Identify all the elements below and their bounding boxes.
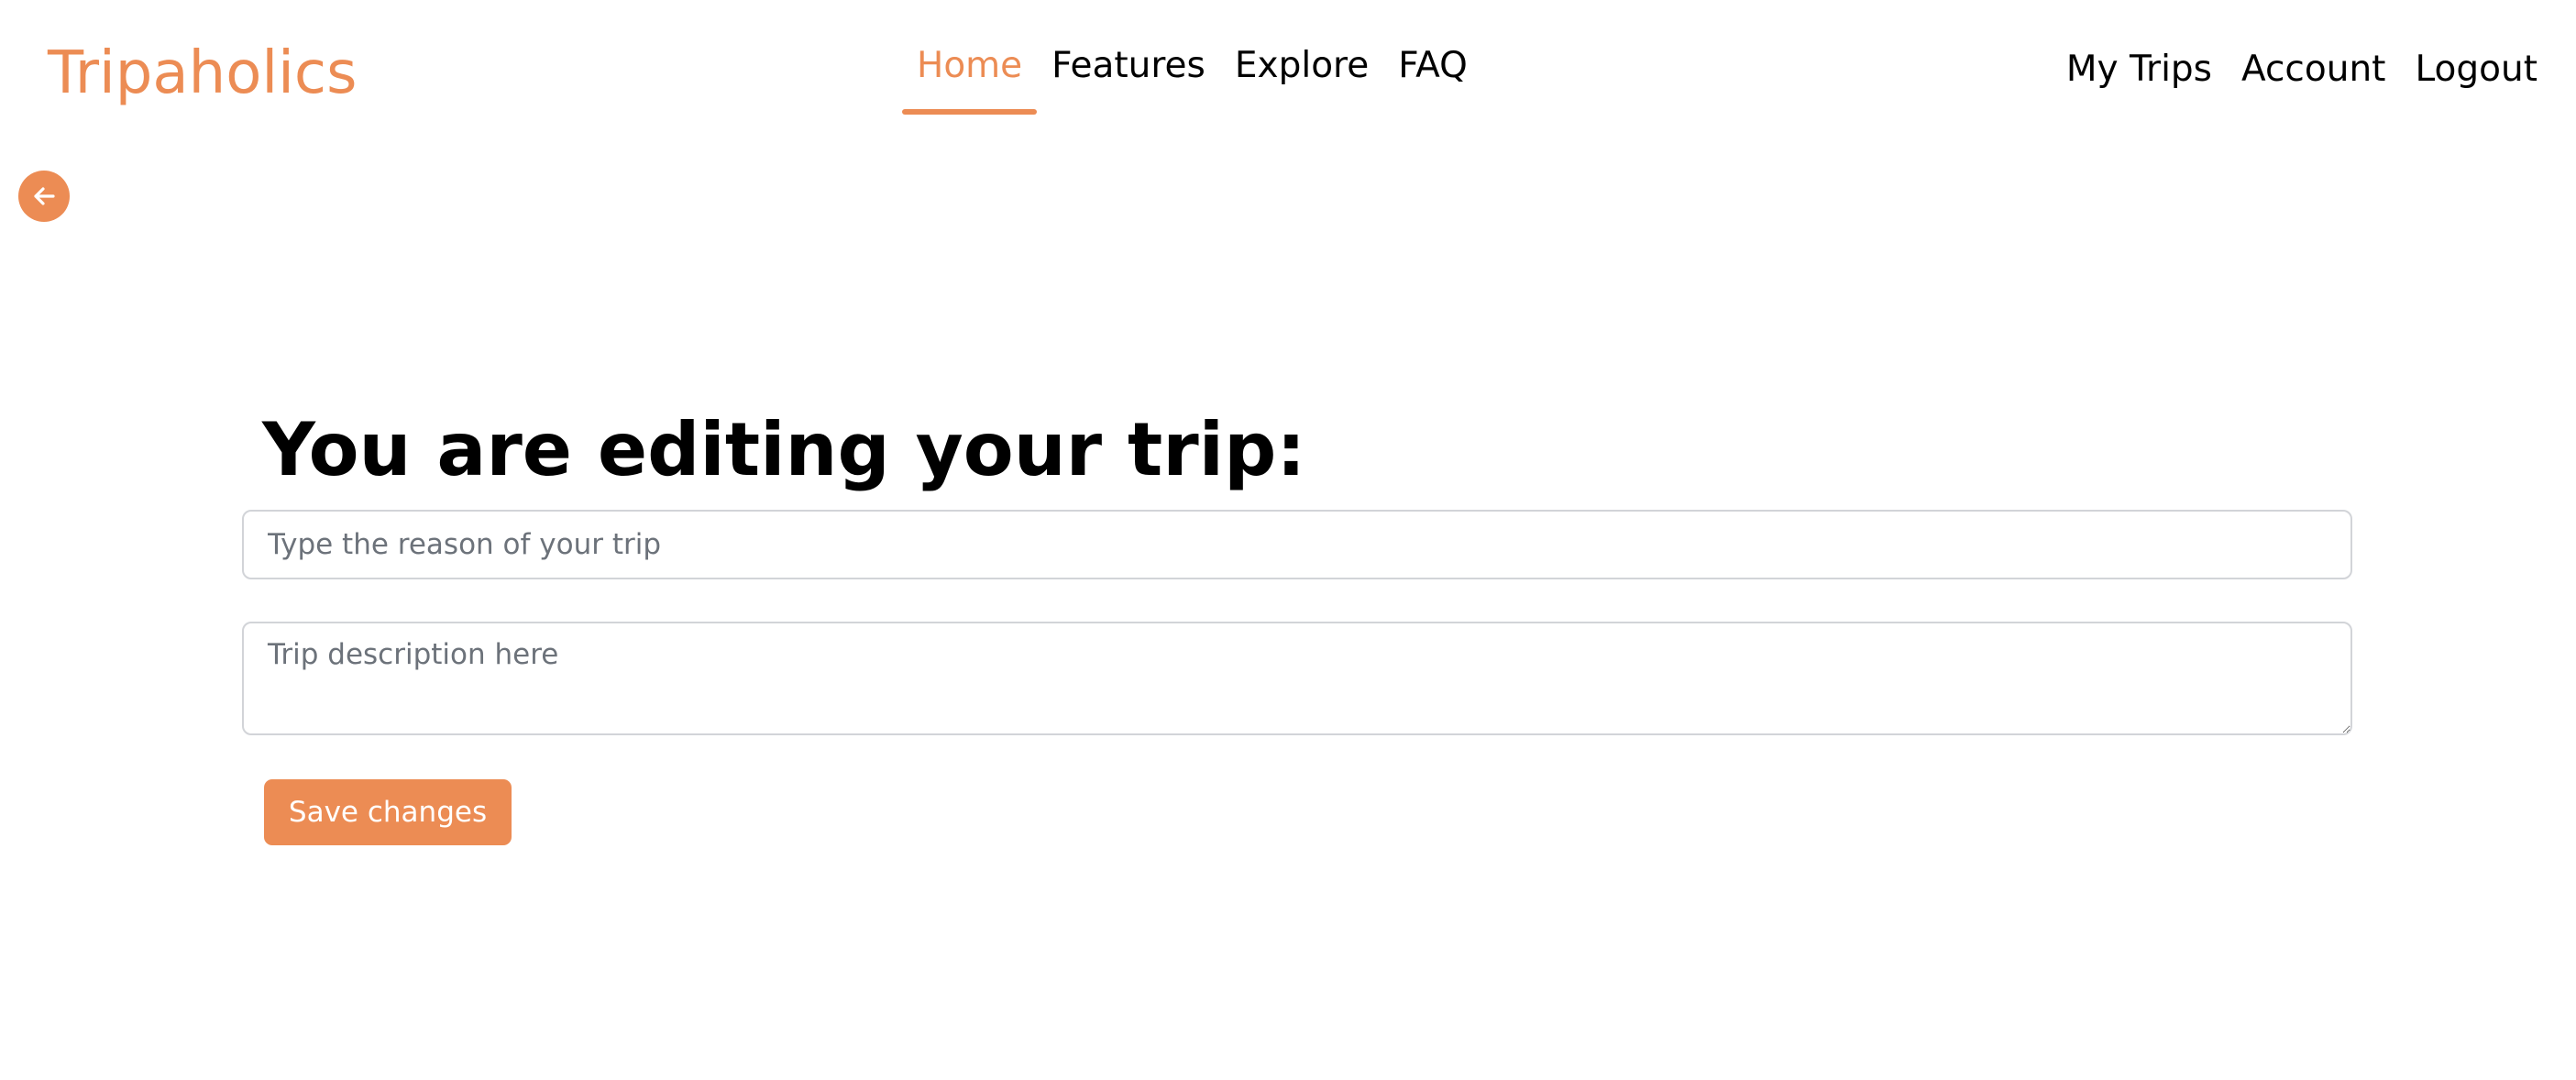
trip-reason-input[interactable] <box>242 510 2352 579</box>
page: Tripaholics Home Features Explore FAQ My… <box>0 0 2576 1080</box>
nav-link-my-trips[interactable]: My Trips <box>2052 35 2227 105</box>
trip-description-textarea[interactable] <box>242 622 2352 735</box>
arrow-left-icon <box>34 187 55 205</box>
main-nav: Home Features Explore FAQ <box>902 31 1482 115</box>
nav-link-features[interactable]: Features <box>1037 31 1220 101</box>
nav-link-logout[interactable]: Logout <box>2400 35 2552 105</box>
back-button[interactable] <box>18 171 70 222</box>
page-title: You are editing your trip: <box>262 407 1306 492</box>
nav-link-home[interactable]: Home <box>902 31 1038 115</box>
brand-logo[interactable]: Tripaholics <box>48 33 357 114</box>
account-nav: My Trips Account Logout <box>2052 35 2552 105</box>
nav-link-explore[interactable]: Explore <box>1220 31 1383 101</box>
save-changes-button[interactable]: Save changes <box>264 779 512 845</box>
nav-link-faq[interactable]: FAQ <box>1383 31 1482 101</box>
nav-link-account[interactable]: Account <box>2227 35 2400 105</box>
